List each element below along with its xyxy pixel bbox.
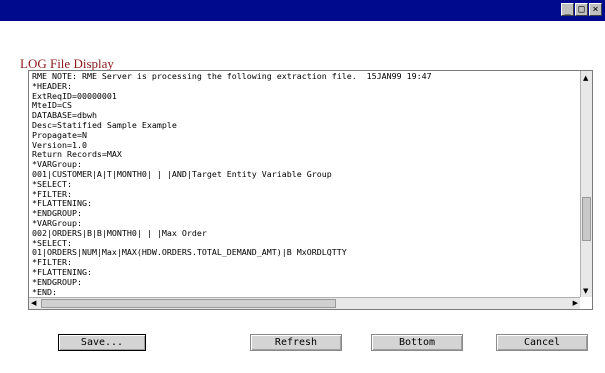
log-line: *ENDGROUP: xyxy=(32,208,82,219)
close-button[interactable]: × xyxy=(589,3,602,16)
window-controls: _ □ × xyxy=(561,3,602,16)
log-line: 01|ORDERS|NUM|Max|MAX(HDW.ORDERS.TOTAL_D… xyxy=(32,247,347,258)
horizontal-scroll-thumb[interactable] xyxy=(41,299,336,308)
maximize-button[interactable]: □ xyxy=(575,3,588,16)
vertical-scrollbar[interactable]: ▲ ▼ xyxy=(580,71,592,297)
log-text: RME NOTE: RME Server is processing the f… xyxy=(32,72,578,296)
log-line: Propagate=N xyxy=(32,129,87,140)
scroll-up-arrow-icon[interactable]: ▲ xyxy=(583,74,588,82)
log-display-area[interactable]: RME NOTE: RME Server is processing the f… xyxy=(28,70,593,310)
cancel-button[interactable]: Cancel xyxy=(496,334,588,351)
scroll-left-arrow-icon[interactable]: ◀ xyxy=(31,299,36,308)
save-button[interactable]: Save... xyxy=(58,334,146,351)
log-line: *SELECT: xyxy=(32,178,72,189)
log-line: 002|ORDERS|B|B|MONTH0| | |Max Order xyxy=(32,227,207,238)
vertical-scroll-thumb[interactable] xyxy=(582,197,591,241)
log-line: Desc=Statified Sample Example xyxy=(32,119,177,130)
scroll-right-arrow-icon[interactable]: ▶ xyxy=(573,299,578,308)
log-line: 001|CUSTOMER|A|T|MONTH0| | |AND|Target E… xyxy=(32,168,332,179)
log-line: *ENDGROUP: xyxy=(32,276,82,287)
scroll-down-arrow-icon[interactable]: ▼ xyxy=(583,287,588,295)
log-line: MteID=CS xyxy=(32,100,72,111)
log-line: Return Records=MAX xyxy=(32,149,122,160)
log-line: ExtReqID=00000001 xyxy=(32,90,117,101)
bottom-button[interactable]: Bottom xyxy=(371,334,463,351)
horizontal-scrollbar[interactable]: ◀ ▶ xyxy=(29,297,580,309)
refresh-button[interactable]: Refresh xyxy=(250,334,342,351)
minimize-button[interactable]: _ xyxy=(561,3,574,16)
log-line: *FLATTENING: xyxy=(32,266,92,277)
log-line: *FILTER: xyxy=(32,188,72,199)
window-title-bar[interactable]: _ □ × xyxy=(0,0,605,21)
log-line: RME NOTE: RME Server is processing the f… xyxy=(32,72,432,81)
log-line: *FILTER: xyxy=(32,257,72,268)
log-line: *END: xyxy=(32,286,57,296)
log-line: *FLATTENING: xyxy=(32,198,92,209)
